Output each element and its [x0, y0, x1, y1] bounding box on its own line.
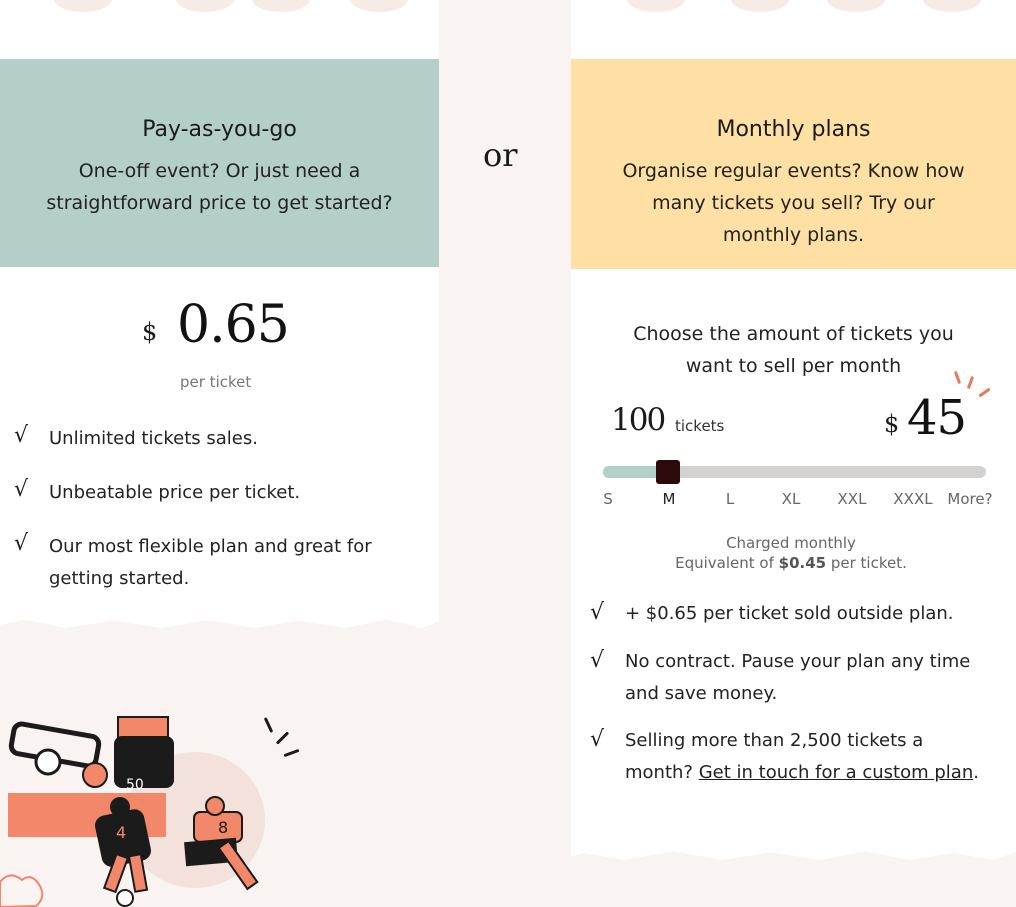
size-option-xxxl[interactable]: XXXL	[893, 490, 933, 508]
size-option-m[interactable]: M	[649, 490, 689, 508]
fan-head	[34, 748, 62, 776]
currency-symbol: $	[142, 318, 158, 346]
equivalent-suffix: per ticket.	[826, 554, 907, 572]
equivalent-value: $0.45	[778, 554, 827, 572]
size-option-l[interactable]: L	[710, 490, 750, 508]
decor-scallop	[731, 0, 789, 12]
plan-separator: or	[483, 136, 518, 174]
feature-item: + $0.65 per ticket sold outside plan.	[625, 603, 954, 624]
decor-scallop	[176, 0, 234, 12]
fan-sign	[117, 716, 169, 740]
plan-title: Pay-as-you-go	[142, 117, 297, 142]
size-option-xl[interactable]: XL	[771, 490, 811, 508]
fan-jersey	[114, 736, 174, 788]
equivalent-prefix: Equivalent of	[675, 554, 779, 572]
size-option-s[interactable]: S	[588, 490, 628, 508]
football-icon	[116, 889, 134, 907]
choose-amount-line: want to sell per month	[685, 355, 902, 377]
plan-subtitle: straightforward price to get started?	[46, 192, 393, 214]
feature-item: month? Get in touch for a custom plan.	[625, 757, 979, 789]
jersey-number: 8	[218, 818, 228, 837]
currency-symbol: $	[884, 410, 900, 438]
check-icon: √	[14, 423, 29, 448]
feature-item: Selling more than 2,500 tickets a	[625, 730, 924, 751]
check-icon: √	[14, 531, 29, 556]
decor-cloud	[0, 874, 44, 907]
plan-subtitle: many tickets you sell? Try our	[652, 192, 935, 214]
ticket-count: 100	[611, 402, 666, 438]
feature-text: month?	[625, 762, 699, 783]
decor-scallop	[827, 0, 885, 12]
jersey-number: 50	[126, 777, 144, 793]
check-icon: √	[590, 648, 605, 673]
plan-subtitle: Organise regular events? Know how	[622, 160, 965, 182]
plan-subtitle: monthly plans.	[722, 224, 865, 246]
check-icon: √	[590, 727, 605, 752]
decor-scallop	[54, 0, 112, 12]
decor-scallop	[627, 0, 685, 12]
feature-item: Unlimited tickets sales.	[49, 428, 258, 449]
charged-monthly-note: Charged monthly	[726, 534, 856, 552]
check-icon: √	[14, 477, 29, 502]
size-option-more[interactable]: More?	[940, 490, 1000, 508]
choose-amount-line: Choose the amount of tickets you	[633, 323, 954, 345]
feature-text: .	[973, 762, 979, 783]
feature-item: No contract. Pause your plan any time	[625, 651, 971, 672]
size-option-xxl[interactable]: XXL	[832, 490, 872, 508]
price-unit: per ticket	[180, 373, 252, 391]
fan-head	[82, 762, 108, 788]
feature-item: getting started.	[49, 568, 190, 589]
check-icon: √	[590, 600, 605, 625]
feature-item: and save money.	[625, 683, 778, 704]
monthly-plans-header: Monthly plans Organise regular events? K…	[571, 59, 1016, 269]
slider-thumb[interactable]	[656, 460, 680, 484]
player-head	[110, 797, 130, 817]
custom-plan-link[interactable]: Get in touch for a custom plan	[699, 762, 974, 783]
feature-item: Our most flexible plan and great for	[49, 536, 372, 557]
ticket-count-label: tickets	[675, 417, 725, 435]
plan-title: Monthly plans	[716, 117, 871, 142]
pay-as-you-go-header: Pay-as-you-go One-off event? Or just nee…	[0, 59, 439, 267]
player-head	[205, 796, 225, 816]
jersey-number: 4	[116, 823, 126, 842]
decor-scallop	[252, 0, 310, 12]
equivalent-price-note: Equivalent of $0.45 per ticket.	[571, 554, 1011, 572]
decor-scallop	[350, 0, 408, 12]
price-value: 0.65	[177, 295, 290, 355]
plan-subtitle: One-off event? Or just need a	[78, 160, 361, 182]
feature-item: Unbeatable price per ticket.	[49, 482, 301, 503]
monthly-price: 45	[907, 390, 967, 446]
decor-scallop	[923, 0, 981, 12]
